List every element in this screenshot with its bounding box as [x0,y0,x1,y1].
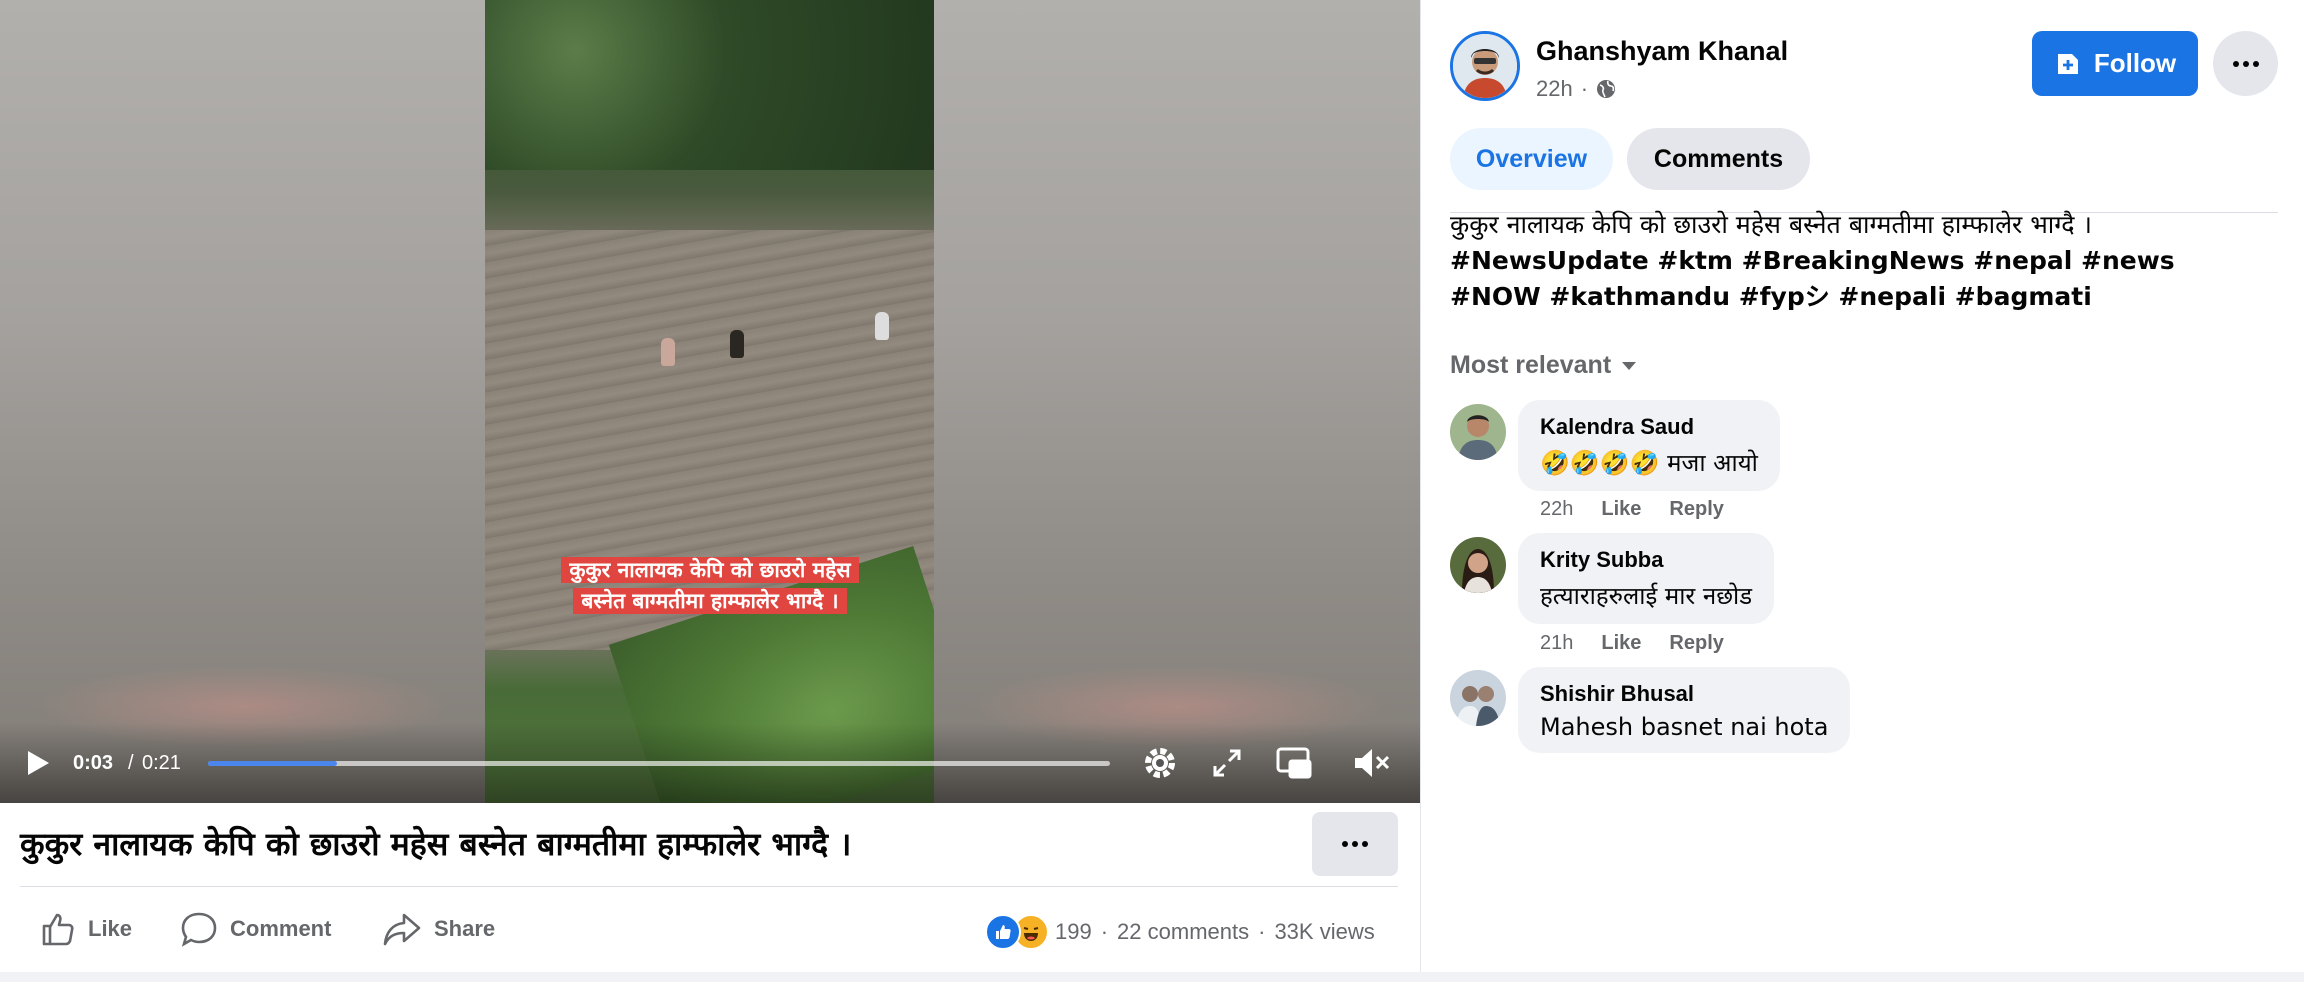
post-title: कुकुर नालायक केपि को छाउरो महेस बस्नेत ब… [20,825,852,863]
stats-separator: · [1100,919,1109,944]
share-button[interactable]: Share [382,908,495,950]
video-blur-backdrop-right [934,0,1420,803]
share-label: Share [434,916,496,941]
comment-actions: 21h Like Reply [1540,632,1724,655]
more-options-button[interactable] [2213,31,2278,96]
comment-label: Comment [230,916,332,941]
comment-text: हत्याराहरुलाई मार नछोड [1540,582,1753,610]
video-blur-backdrop-left [0,0,485,803]
thumbs-up-icon [42,913,74,946]
comment-bubble: Kalendra Saud 🤣🤣🤣🤣 मजा आयो [1518,400,1780,491]
mute-icon [1355,749,1390,777]
commenter-avatar[interactable] [1450,404,1506,460]
video-progress-bar[interactable] [208,761,1110,766]
expand-icon [1213,749,1241,777]
commenter-avatar[interactable] [1450,670,1506,726]
picture-in-picture-button[interactable] [1274,743,1314,783]
divider [20,886,1398,887]
video-scene-person [730,330,744,358]
like-button[interactable]: Like [40,908,132,950]
video-total-time: 0:21 [142,752,181,774]
panel-divider-vertical [1420,0,1421,972]
follow-button[interactable]: Follow [2032,31,2198,96]
video-scene-person [661,338,675,366]
comment-sort-dropdown[interactable]: Most relevant [1450,351,1637,380]
fullscreen-button[interactable] [1207,743,1247,783]
page-bottom-strip [0,972,2304,982]
video-scene-person [875,312,889,340]
picture-in-picture-icon [1276,747,1312,779]
video-scene-trees [485,0,934,170]
comment-bubble: Krity Subba हत्याराहरुलाई मार नछोड [1518,533,1775,624]
view-count: 33K views [1274,919,1375,944]
like-label: Like [88,916,133,941]
video-player[interactable]: कुकुर नालायक केपि को छाउरो महेस बस्नेत ब… [0,0,1420,803]
post-options-button[interactable] [1312,812,1398,876]
comment-count[interactable]: 22 comments [1117,919,1249,945]
video-subtitle: कुकुर नालायक केपि को छाउरो महेस बस्नेत ब… [524,555,896,617]
sort-label: Most relevant [1450,351,1612,379]
share-icon [383,913,421,946]
comment-time[interactable]: 21h [1540,632,1573,655]
comment-text: Mahesh basnet nai hota [1540,713,1829,741]
video-subtitle-line-1: कुकुर नालायक केपि को छाउरो महेस [561,557,859,583]
video-time-separator: / [128,752,134,774]
comment-reply-button[interactable]: Reply [1669,632,1723,655]
settings-button[interactable] [1140,743,1180,783]
video-current-time: 0:03 [73,752,114,774]
stats-separator: · [1258,919,1266,944]
comment-author[interactable]: Krity Subba [1540,547,1752,573]
video-frame: कुकुर नालायक केपि को छाउरो महेस बस्नेत ब… [485,0,934,803]
globe-icon [1597,80,1616,98]
comment-time[interactable]: 22h [1540,498,1573,521]
add-follow-icon [2057,53,2078,74]
video-controls: 0:03 / 0:21 [0,723,1420,803]
author-name[interactable]: Ghanshyam Khanal [1536,36,1788,67]
reaction-count[interactable]: 199 [1055,919,1092,945]
more-horizontal-icon [1342,841,1368,847]
comment-author[interactable]: Shishir Bhusal [1540,681,1828,707]
caption-text: कुकुर नालायक केपि को छाउरो महेस बस्नेत ब… [1450,210,2092,239]
commenter-avatar[interactable] [1450,537,1506,593]
comment-like-button[interactable]: Like [1601,498,1641,521]
comment-icon [181,912,217,947]
comment-text: 🤣🤣🤣🤣 मजा आयो [1540,449,1758,477]
comment-button[interactable]: Comment [180,908,331,950]
like-reaction-icon[interactable] [985,914,1021,950]
gear-icon [1145,748,1175,778]
tab-overview[interactable]: Overview [1450,128,1613,190]
tab-comments[interactable]: Comments [1627,128,1810,190]
play-button[interactable] [18,743,58,783]
comment-author[interactable]: Kalendra Saud [1540,414,1758,440]
post-stats: 199 · 22 comments · 33K views [985,914,1375,950]
follow-label: Follow [2093,48,2177,78]
comment-like-button[interactable]: Like [1601,632,1641,655]
comment-bubble: Shishir Bhusal Mahesh basnet nai hota [1518,667,1851,753]
author-avatar[interactable] [1450,31,1520,101]
caption-hashtags[interactable]: #NewsUpdate #ktm #BreakingNews #nepal #n… [1450,243,2270,315]
comment-reply-button[interactable]: Reply [1669,498,1723,521]
video-subtitle-line-2: बस्नेत बाग्मतीमा हाम्फालेर भाग्दै । [573,588,847,614]
mute-button[interactable] [1352,743,1392,783]
meta-separator: · [1580,76,1589,101]
post-time[interactable]: 22h [1536,76,1573,102]
caret-down-icon [1622,361,1637,370]
video-progress-fill [208,761,337,766]
play-icon [28,751,49,775]
more-horizontal-icon [2232,60,2259,67]
comment-actions: 22h Like Reply [1540,498,1724,521]
post-caption: कुकुर नालायक केपि को छाउरो महेस बस्नेत ब… [1450,207,2270,315]
post-meta: 22h · [1536,76,1616,102]
